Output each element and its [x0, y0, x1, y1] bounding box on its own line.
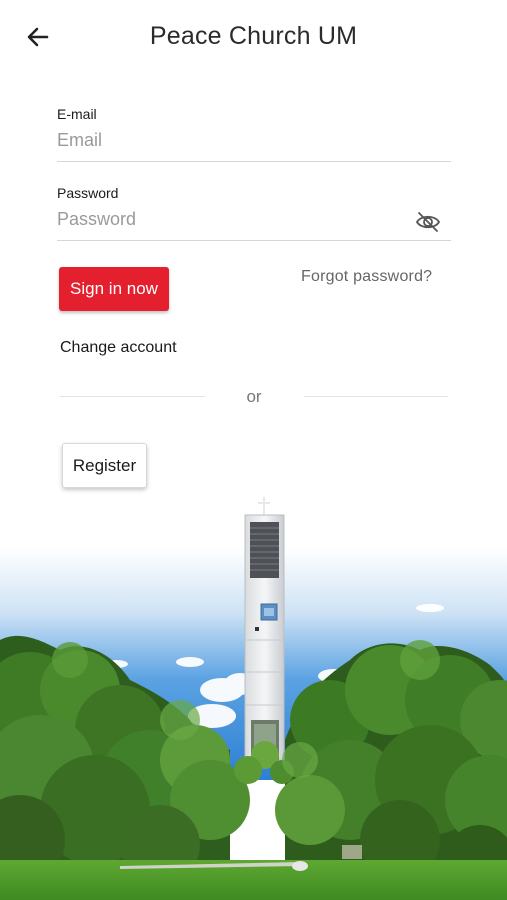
forgot-password-link[interactable]: Forgot password?: [301, 268, 432, 286]
page-title: Peace Church UM: [149, 22, 358, 50]
change-account-link[interactable]: Change account: [60, 339, 177, 357]
email-input[interactable]: [57, 122, 451, 162]
password-field-group: Password: [57, 185, 451, 241]
register-button[interactable]: Register: [62, 443, 147, 488]
sign-in-button[interactable]: Sign in now: [59, 267, 169, 311]
eye-off-icon[interactable]: [415, 211, 441, 233]
divider-or-text: or: [246, 387, 262, 406]
email-label: E-mail: [57, 106, 97, 122]
password-label: Password: [57, 185, 119, 201]
email-field-group: E-mail: [57, 106, 451, 162]
divider-right: [304, 396, 448, 397]
divider-left: [60, 396, 205, 397]
password-input[interactable]: [57, 201, 451, 241]
